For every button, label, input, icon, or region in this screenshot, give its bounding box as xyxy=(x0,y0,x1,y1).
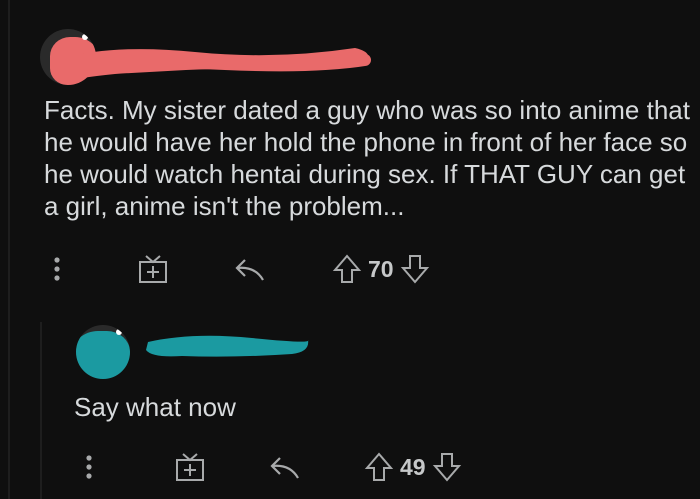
downvote-icon[interactable] xyxy=(432,451,462,483)
reply-icon xyxy=(235,259,264,281)
reply-avatar[interactable] xyxy=(76,325,130,379)
comment-body: Facts. My sister dated a guy who was so … xyxy=(44,95,690,221)
award-button[interactable] xyxy=(136,249,170,289)
more-button[interactable] xyxy=(82,447,96,487)
more-button[interactable] xyxy=(50,249,64,289)
upvote-icon[interactable] xyxy=(364,451,394,483)
reply-actions: 49 xyxy=(0,447,700,487)
vote-count: 49 xyxy=(400,453,426,480)
online-dot xyxy=(116,329,122,335)
vote-control: 70 xyxy=(332,249,430,289)
redacted-username[interactable] xyxy=(142,330,312,362)
reply-body: Say what now xyxy=(74,392,236,422)
award-button[interactable] xyxy=(173,447,207,487)
reply-button[interactable] xyxy=(233,249,267,289)
more-icon xyxy=(54,257,60,281)
vote-count: 70 xyxy=(368,255,394,282)
more-icon xyxy=(86,455,92,479)
award-icon xyxy=(176,453,204,481)
redacted-username[interactable] xyxy=(55,38,375,90)
comment-actions: 70 xyxy=(0,249,700,289)
vote-control: 49 xyxy=(364,447,462,487)
redacted-avatar xyxy=(76,331,130,379)
downvote-icon[interactable] xyxy=(400,253,430,285)
upvote-icon[interactable] xyxy=(332,253,362,285)
award-icon xyxy=(139,255,167,283)
reply-icon xyxy=(270,457,299,479)
reply-button[interactable] xyxy=(268,447,302,487)
